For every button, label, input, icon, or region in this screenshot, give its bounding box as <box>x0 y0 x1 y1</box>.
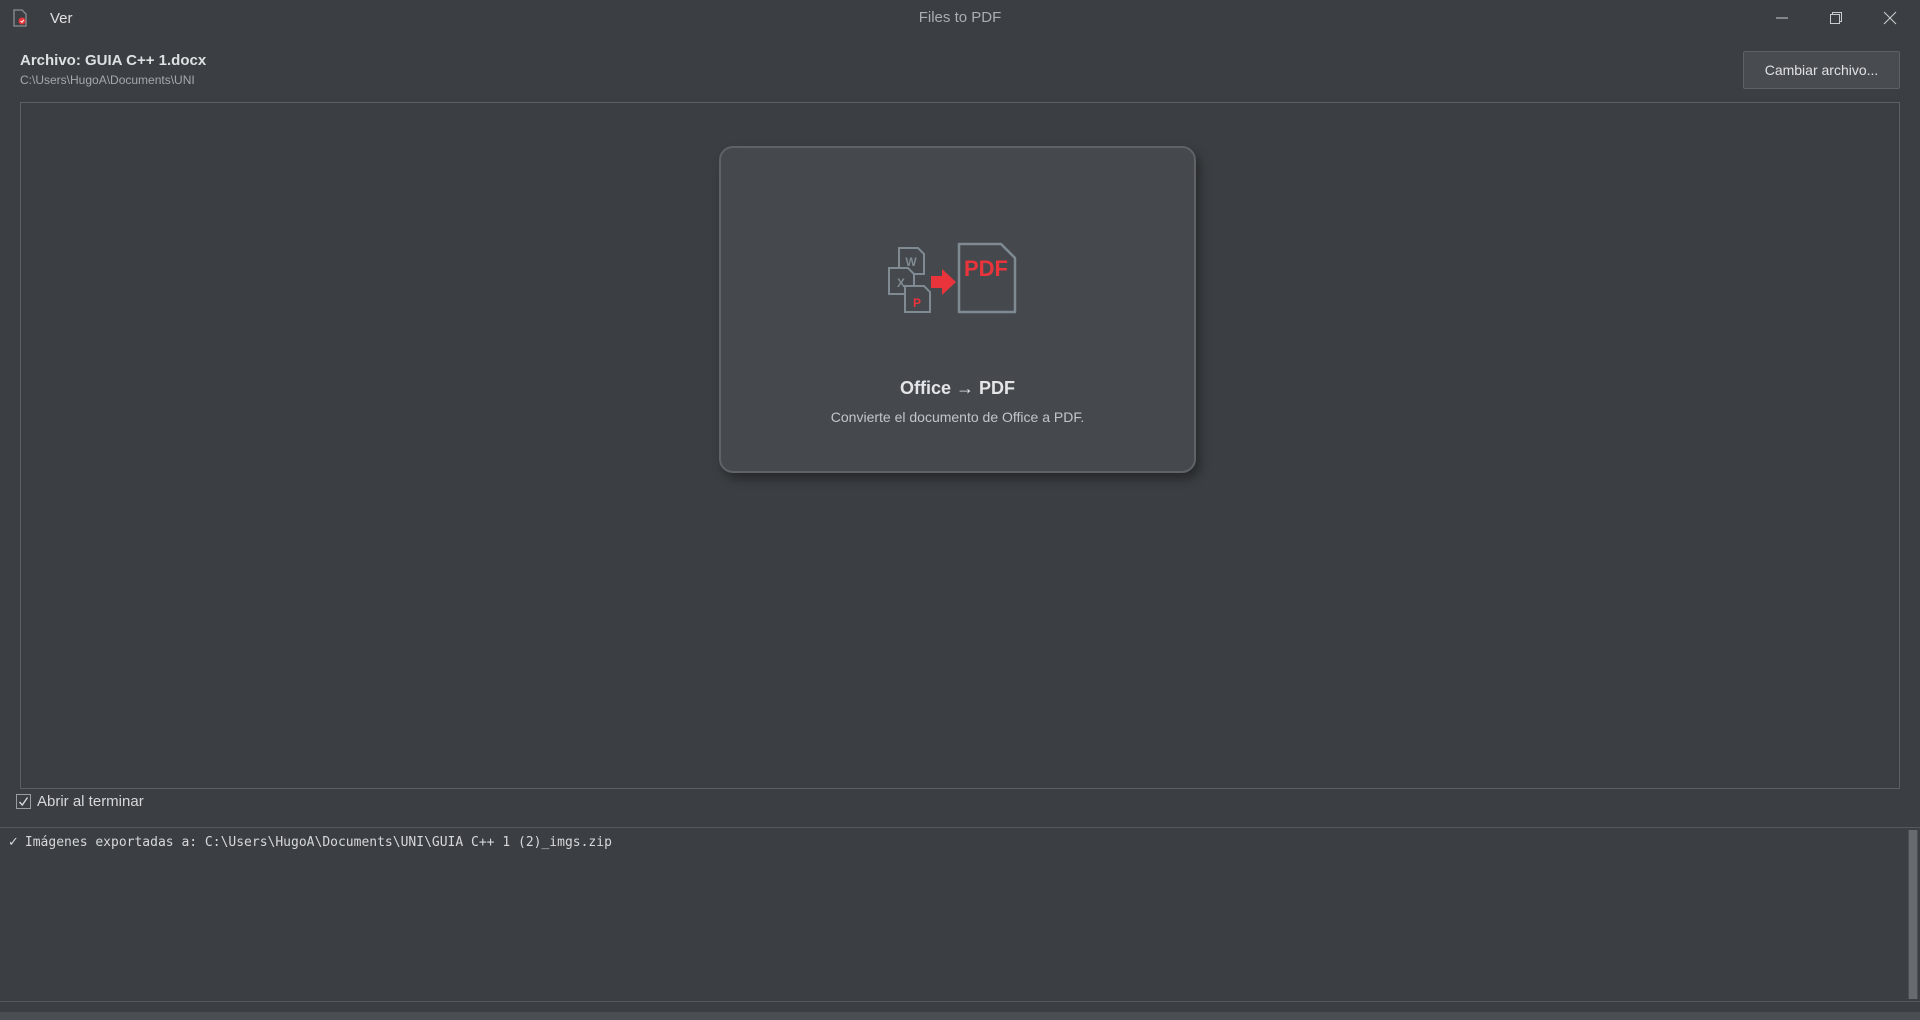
excel-letter: X <box>897 276 905 290</box>
file-path: C:\Users\HugoA\Documents\UNI <box>20 73 195 87</box>
card-title: Office → PDF <box>899 378 1015 398</box>
office-to-pdf-card[interactable]: W X P PDF Office → PDF Convierte el docu… <box>719 146 1196 473</box>
open-when-done-checkbox[interactable] <box>16 794 31 809</box>
conversion-panel: W X P PDF Office → PDF Convierte el docu… <box>20 102 1900 789</box>
pdf-letters: PDF <box>964 256 1008 281</box>
close-button[interactable] <box>1863 0 1917 36</box>
file-title: Archivo: GUIA C++ 1.docx <box>20 52 207 69</box>
minimize-button[interactable] <box>1755 0 1809 36</box>
restore-icon <box>1830 12 1842 24</box>
log-line-text: Imágenes exportadas a: C:\Users\HugoA\Do… <box>24 835 612 850</box>
log-scrollbar-thumb[interactable] <box>1909 830 1917 999</box>
success-check-icon: ✓ <box>8 835 19 850</box>
log-scrollbar[interactable] <box>1908 830 1918 999</box>
office-to-pdf-icon: W X P PDF <box>888 242 1017 314</box>
status-bar <box>0 1012 1920 1020</box>
window-title: Files to PDF <box>918 9 1002 26</box>
open-when-done-label[interactable]: Abrir al terminar <box>37 793 144 810</box>
app-window: Ver Files to PDF Archivo: GUIA C++ 1.doc… <box>0 0 1920 1020</box>
title-bar: Ver Files to PDF <box>0 0 1920 36</box>
card-description: Convierte el documento de Office a PDF. <box>830 409 1085 425</box>
open-when-done-option[interactable]: Abrir al terminar <box>16 793 144 810</box>
close-icon <box>1883 11 1897 25</box>
minimize-icon <box>1776 17 1788 19</box>
log-line: ✓ Imágenes exportadas a: C:\Users\HugoA\D… <box>8 835 612 850</box>
powerpoint-letter: P <box>913 296 921 310</box>
checkmark-icon <box>18 797 29 807</box>
change-file-button[interactable]: Cambiar archivo... <box>1743 51 1900 89</box>
log-output[interactable]: ✓ Imágenes exportadas a: C:\Users\HugoA\D… <box>0 827 1920 1002</box>
word-letter: W <box>905 255 917 269</box>
restore-button[interactable] <box>1809 0 1863 36</box>
